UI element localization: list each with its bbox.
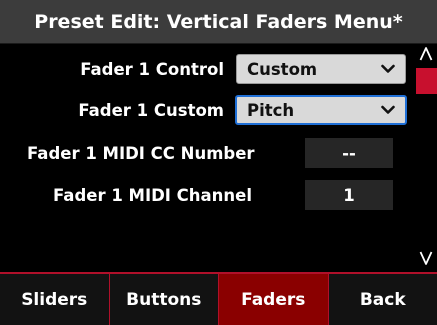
fader1-midi-channel-label: Fader 1 MIDI Channel (53, 185, 253, 205)
fader1-midi-channel-value[interactable]: 1 (305, 180, 393, 210)
tab-sliders-label: Sliders (21, 289, 88, 310)
chevron-up-icon (419, 47, 432, 61)
scroll-down-button[interactable] (414, 250, 437, 268)
tab-faders[interactable]: Faders (219, 274, 329, 325)
tab-buttons-label: Buttons (126, 289, 202, 310)
row-fader1-custom: Fader 1 Custom Pitch (0, 91, 414, 129)
fader1-cc-number-value[interactable]: -- (305, 138, 393, 168)
fader1-custom-value: Pitch (247, 100, 295, 120)
scroll-up-button[interactable] (414, 46, 437, 64)
page-title: Preset Edit: Vertical Faders Menu* (0, 0, 437, 44)
fader1-control-value: Custom (247, 59, 318, 79)
tab-sliders[interactable]: Sliders (0, 274, 110, 325)
tab-buttons[interactable]: Buttons (110, 274, 219, 325)
row-fader1-cc-number: Fader 1 MIDI CC Number -- (0, 134, 414, 172)
bottom-tab-bar: Sliders Buttons Faders Back (0, 272, 437, 325)
tab-back[interactable]: Back (329, 274, 437, 325)
fader1-custom-label: Fader 1 Custom (78, 100, 224, 120)
scrollbar[interactable] (414, 44, 437, 272)
chevron-down-icon (381, 105, 395, 114)
page-title-text: Preset Edit: Vertical Faders Menu* (34, 10, 403, 33)
tab-faders-label: Faders (241, 289, 306, 310)
chevron-down-icon (381, 64, 395, 73)
scroll-thumb[interactable] (416, 68, 437, 94)
tab-back-label: Back (359, 289, 406, 310)
row-fader1-midi-channel: Fader 1 MIDI Channel 1 (0, 176, 414, 214)
row-fader1-control: Fader 1 Control Custom (0, 50, 414, 88)
fader1-control-label: Fader 1 Control (80, 59, 224, 79)
settings-list: Fader 1 Control Custom Fader 1 Custom Pi… (0, 44, 414, 272)
fader1-control-select[interactable]: Custom (236, 54, 406, 84)
fader1-custom-select[interactable]: Pitch (235, 95, 407, 125)
fader1-cc-number-label: Fader 1 MIDI CC Number (27, 143, 255, 163)
chevron-down-icon (419, 251, 432, 265)
